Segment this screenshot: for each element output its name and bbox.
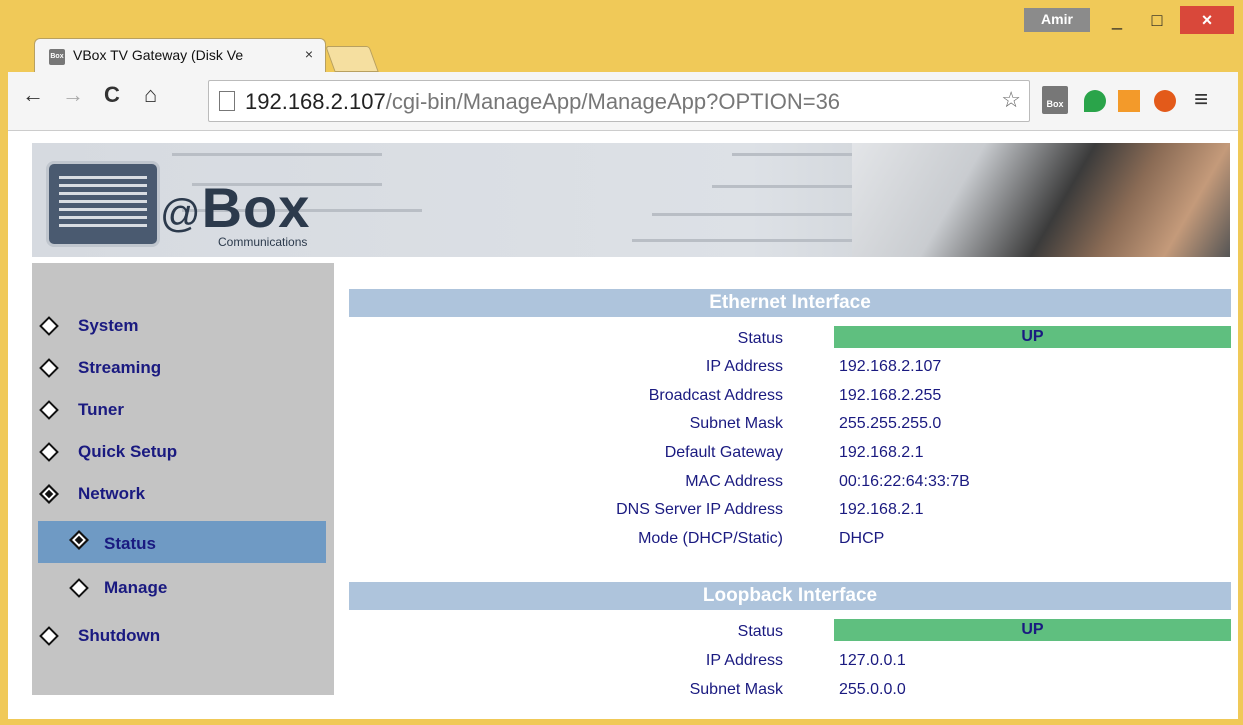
chart-extension-icon[interactable] [1118, 90, 1140, 112]
address-bar[interactable]: 192.168.2.107/cgi-bin/ManageApp/ManageAp… [208, 80, 1030, 122]
sidebar-item-label: Shutdown [78, 626, 161, 645]
row-value: 255.0.0.0 [839, 681, 906, 698]
table-row: IP Address 127.0.0.1 [349, 647, 1231, 675]
url-text[interactable]: 192.168.2.107/cgi-bin/ManageApp/ManageAp… [245, 89, 840, 115]
sidebar-item-shutdown[interactable]: Shutdown [32, 617, 334, 655]
browser-tab[interactable]: Box VBox TV Gateway (Disk Ve × [34, 38, 326, 73]
sidebar-item-network[interactable]: Network [32, 475, 334, 513]
fire-extension-icon[interactable] [1154, 90, 1176, 112]
table-row: Subnet Mask 255.255.255.0 [349, 410, 1231, 438]
sidebar-item-label: Network [78, 484, 146, 503]
page-icon [219, 91, 235, 111]
ethernet-interface-header: Ethernet Interface [349, 289, 1231, 317]
row-value: 00:16:22:64:33:7B [839, 473, 970, 490]
row-label: IP Address [705, 652, 783, 669]
header-banner: @Box Communications [32, 143, 1230, 257]
table-row: IP Address 192.168.2.107 [349, 353, 1231, 381]
row-value: 192.168.2.255 [839, 387, 942, 404]
home-button[interactable]: ⌂ [144, 82, 157, 108]
sidebar-item-label: Quick Setup [78, 442, 178, 461]
sidebar-item-label: System [78, 316, 139, 335]
tab-close-icon[interactable]: × [305, 46, 313, 62]
user-profile-button[interactable]: Amir [1024, 8, 1090, 32]
diamond-icon [39, 358, 59, 378]
loopback-interface-header: Loopback Interface [349, 582, 1231, 610]
sidebar-item-system[interactable]: System [32, 307, 334, 345]
sidebar-item-streaming[interactable]: Streaming [32, 349, 334, 387]
table-row: Mode (DHCP/Static) DHCP [349, 525, 1231, 553]
url-path: /cgi-bin/ManageApp/ManageApp?OPTION=36 [385, 89, 841, 114]
row-label: Subnet Mask [689, 681, 783, 698]
reload-button[interactable]: C [104, 82, 120, 108]
forward-button[interactable]: → [62, 82, 84, 108]
back-button[interactable]: ← [22, 82, 44, 108]
minimize-button[interactable]: _ [1100, 6, 1134, 34]
row-value: 192.168.2.1 [839, 501, 924, 518]
row-label: Default Gateway [664, 444, 783, 461]
sidebar-item-label: Tuner [78, 400, 124, 419]
table-row: Status UP [349, 618, 1231, 646]
table-row: DNS Server IP Address 192.168.2.1 [349, 496, 1231, 524]
sidebar-item-network-status[interactable]: Status [38, 521, 326, 563]
browser-window: Amir _ □ × Box VBox TV Gateway (Disk Ve … [0, 0, 1243, 725]
logo-text: @Box [160, 175, 310, 240]
page-content: @Box Communications System Streaming Tun… [8, 131, 1238, 719]
vbox-favicon-icon: Box [49, 49, 65, 65]
sidebar-item-label: Manage [104, 578, 168, 597]
url-host: 192.168.2.107 [245, 89, 386, 114]
diamond-icon [39, 626, 59, 646]
banner-photo [852, 143, 1230, 257]
vbox-extension-icon[interactable]: Box [1042, 86, 1068, 114]
table-row: MAC Address 00:16:22:64:33:7B [349, 468, 1231, 496]
sidebar-item-quick-setup[interactable]: Quick Setup [32, 433, 334, 471]
maximize-button[interactable]: □ [1140, 6, 1174, 34]
table-row: Subnet Mask 255.0.0.0 [349, 676, 1231, 704]
sidebar-nav: System Streaming Tuner Quick Setup Netwo… [32, 263, 334, 695]
row-label: Mode (DHCP/Static) [638, 530, 783, 547]
row-label: Broadcast Address [648, 387, 783, 404]
logo-box: Box [201, 176, 311, 239]
row-value: 127.0.0.1 [839, 652, 906, 669]
new-tab-button[interactable] [325, 46, 379, 72]
diamond-icon [39, 316, 59, 336]
row-label: IP Address [705, 358, 783, 375]
logo-at: @ [160, 192, 202, 236]
sidebar-item-label: Streaming [78, 358, 162, 377]
sidebar-item-tuner[interactable]: Tuner [32, 391, 334, 429]
chrome-menu-icon[interactable]: ≡ [1194, 86, 1208, 114]
tab-title: VBox TV Gateway (Disk Ve [73, 47, 244, 63]
filled-diamond-icon [39, 484, 59, 504]
diamond-icon [69, 578, 89, 598]
sidebar-item-network-manage[interactable]: Manage [32, 569, 334, 607]
row-label: DNS Server IP Address [616, 501, 783, 518]
bookmark-star-icon[interactable]: ☆ [1001, 87, 1021, 113]
sidebar-item-label: Status [104, 534, 156, 553]
diamond-icon [39, 400, 59, 420]
table-row: Default Gateway 192.168.2.1 [349, 439, 1231, 467]
status-badge: UP [834, 326, 1231, 348]
vbox-logo-icon [46, 161, 160, 247]
row-value: 192.168.2.107 [839, 358, 942, 375]
row-label: Status [737, 330, 783, 347]
row-label: Status [737, 623, 783, 640]
diamond-icon [39, 442, 59, 462]
row-value: 192.168.2.1 [839, 444, 924, 461]
row-label: Subnet Mask [689, 415, 783, 432]
table-row: Status UP [349, 325, 1231, 353]
table-row: Broadcast Address 192.168.2.255 [349, 382, 1231, 410]
row-label: MAC Address [685, 473, 783, 490]
row-value: DHCP [839, 530, 885, 547]
filled-diamond-icon [69, 530, 89, 550]
status-badge: UP [834, 619, 1231, 641]
evernote-extension-icon[interactable] [1084, 90, 1106, 112]
close-window-button[interactable]: × [1180, 6, 1234, 34]
logo-subtitle: Communications [218, 235, 308, 249]
row-value: 255.255.255.0 [839, 415, 942, 432]
browser-toolbar: ← → C ⌂ 192.168.2.107/cgi-bin/ManageApp/… [8, 72, 1238, 131]
